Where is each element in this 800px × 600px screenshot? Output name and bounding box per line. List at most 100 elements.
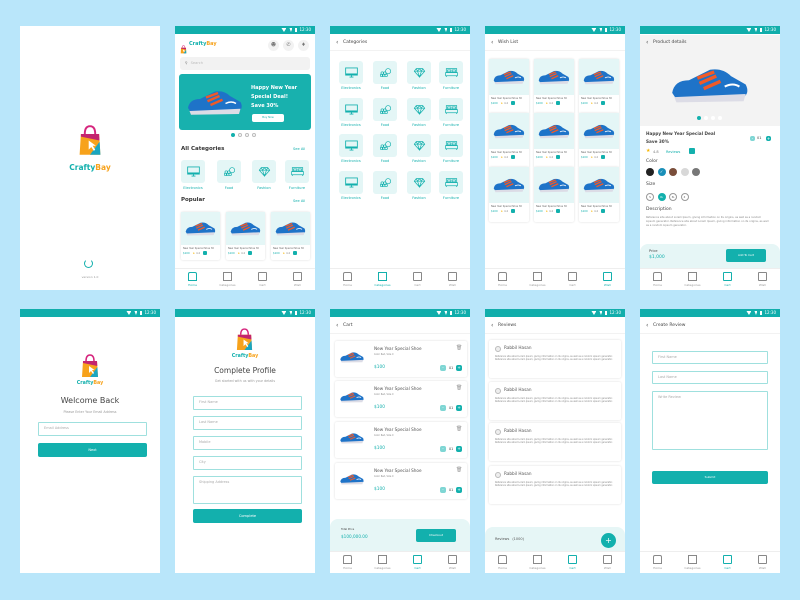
phone-button[interactable]: ✆ <box>283 40 294 51</box>
nav-item-cart[interactable]: Cart <box>710 552 745 573</box>
promo-banner[interactable]: Happy New Year Special Deal! Save 30% Buy N… <box>179 74 311 130</box>
delete-icon[interactable]: 🗑 <box>456 467 462 473</box>
carousel-dot[interactable] <box>697 116 701 120</box>
nav-item-categories[interactable]: Categories <box>365 552 400 573</box>
category-tile-furniture[interactable] <box>285 160 309 183</box>
category-tile-furniture[interactable] <box>439 171 463 194</box>
bell-button[interactable]: ♦ <box>298 40 309 51</box>
product-card[interactable]: New Year Special Shoe 30 $100 ★ 4.4 <box>489 167 529 222</box>
category-tile-fashion[interactable] <box>407 134 431 157</box>
size-option[interactable]: X <box>680 193 689 201</box>
product-card[interactable]: New Year Special Shoe 30 $100 ★ 4.4 <box>271 212 310 260</box>
see-all-link[interactable]: See All <box>293 199 305 203</box>
product-card[interactable]: New Year Special Shoe 30 $100 ★ 4.4 <box>181 212 220 260</box>
category-tile-fashion[interactable] <box>407 98 431 121</box>
qty-increase[interactable]: + <box>766 136 771 141</box>
mobile-input[interactable]: Mobile <box>193 436 302 450</box>
product-card[interactable]: New Year Special Shoe 30 $100 ★ 4.4 <box>489 113 529 168</box>
nav-item-wish[interactable]: Wish <box>590 552 625 573</box>
category-tile-furniture[interactable] <box>439 134 463 157</box>
nav-item-cart[interactable]: Cart <box>400 269 435 290</box>
email-input[interactable]: Email Address <box>38 422 147 436</box>
back-button[interactable]: ‹ <box>491 35 493 51</box>
product-card[interactable]: New Year Special Shoe 30 $100 ★ 4.4 <box>534 167 574 222</box>
category-tile-food[interactable] <box>373 171 397 194</box>
nav-item-home[interactable]: Home <box>175 269 210 290</box>
back-button[interactable]: ‹ <box>491 318 493 334</box>
nav-item-wish[interactable]: Wish <box>435 269 470 290</box>
wishlist-toggle[interactable] <box>293 251 298 255</box>
nav-item-wish[interactable]: Wish <box>745 552 780 573</box>
category-tile-fashion[interactable] <box>252 160 276 183</box>
nav-item-categories[interactable]: Categories <box>675 269 710 290</box>
nav-item-wish[interactable]: Wish <box>280 269 315 290</box>
category-tile-electronics[interactable] <box>339 171 363 194</box>
carousel-dot[interactable] <box>245 133 249 137</box>
nav-item-cart[interactable]: Cart <box>245 269 280 290</box>
wishlist-toggle[interactable] <box>689 148 695 154</box>
checkout-button[interactable]: Checkout <box>416 529 456 542</box>
qty-decrease[interactable]: - <box>440 487 446 493</box>
wishlist-toggle[interactable] <box>511 155 516 159</box>
next-button[interactable]: Next <box>38 443 147 457</box>
product-card[interactable]: New Year Special Shoe 30 $100 ★ 4.4 <box>579 59 619 114</box>
nav-item-cart[interactable]: Cart <box>555 269 590 290</box>
qty-increase[interactable]: + <box>456 446 462 452</box>
qty-increase[interactable]: + <box>456 405 462 411</box>
category-tile-furniture[interactable] <box>439 98 463 121</box>
delete-icon[interactable]: 🗑 <box>456 385 462 391</box>
add-review-button[interactable]: + <box>601 533 616 548</box>
nav-item-wish[interactable]: Wish <box>435 552 470 573</box>
category-tile-food[interactable] <box>373 61 397 84</box>
color-swatch[interactable]: ✓ <box>657 168 666 176</box>
nav-item-cart[interactable]: Cart <box>710 269 745 290</box>
category-tile-electronics[interactable] <box>339 134 363 157</box>
size-option[interactable]: 3L <box>669 193 677 201</box>
wishlist-toggle[interactable] <box>601 155 606 159</box>
wishlist-toggle[interactable] <box>511 209 516 213</box>
back-button[interactable]: ‹ <box>646 35 648 51</box>
nav-item-categories[interactable]: Categories <box>675 552 710 573</box>
category-tile-fashion[interactable] <box>407 171 431 194</box>
nav-item-categories[interactable]: Categories <box>365 269 400 290</box>
size-option[interactable]: XL <box>657 193 666 201</box>
category-tile-food[interactable] <box>373 134 397 157</box>
last-name-input[interactable]: Last Name <box>652 371 768 384</box>
nav-item-home[interactable]: Home <box>640 269 675 290</box>
wishlist-toggle[interactable] <box>511 101 516 105</box>
wishlist-toggle[interactable] <box>601 101 606 105</box>
qty-decrease[interactable]: - <box>440 446 446 452</box>
wishlist-toggle[interactable] <box>203 251 208 255</box>
category-tile-electronics[interactable] <box>339 61 363 84</box>
product-card[interactable]: New Year Special Shoe 30 $100 ★ 4.4 <box>489 59 529 114</box>
qty-increase[interactable]: + <box>456 365 462 371</box>
back-button[interactable]: ‹ <box>646 318 648 334</box>
wishlist-toggle[interactable] <box>556 155 561 159</box>
carousel-dot[interactable] <box>718 116 722 120</box>
first-name-input[interactable]: First Name <box>652 351 768 364</box>
category-tile-food[interactable] <box>373 98 397 121</box>
color-swatch[interactable] <box>680 168 689 176</box>
wishlist-toggle[interactable] <box>556 209 561 213</box>
qty-decrease[interactable]: - <box>750 136 755 141</box>
qty-increase[interactable]: + <box>456 487 462 493</box>
product-card[interactable]: New Year Special Shoe 30 $100 ★ 4.4 <box>534 113 574 168</box>
qty-decrease[interactable]: - <box>440 365 446 371</box>
nav-item-home[interactable]: Home <box>485 269 520 290</box>
submit-button[interactable]: Submit <box>652 471 768 484</box>
buy-now-button[interactable]: Buy Now <box>252 114 284 122</box>
category-tile-electronics[interactable] <box>181 160 205 183</box>
nav-item-categories[interactable]: Categories <box>520 552 555 573</box>
nav-item-wish[interactable]: Wish <box>745 269 780 290</box>
nav-item-wish[interactable]: Wish <box>590 269 625 290</box>
carousel-dot[interactable] <box>238 133 242 137</box>
category-tile-fashion[interactable] <box>407 61 431 84</box>
nav-item-cart[interactable]: Cart <box>555 552 590 573</box>
color-swatch[interactable] <box>692 168 700 176</box>
shipping-address-input[interactable]: Shipping Address <box>193 476 302 504</box>
back-button[interactable]: ‹ <box>336 35 338 51</box>
product-card[interactable]: New Year Special Shoe 30 $100 ★ 4.4 <box>579 167 619 222</box>
complete-button[interactable]: Complete <box>193 509 302 523</box>
color-swatch[interactable] <box>669 168 677 176</box>
back-button[interactable]: ‹ <box>336 318 338 334</box>
